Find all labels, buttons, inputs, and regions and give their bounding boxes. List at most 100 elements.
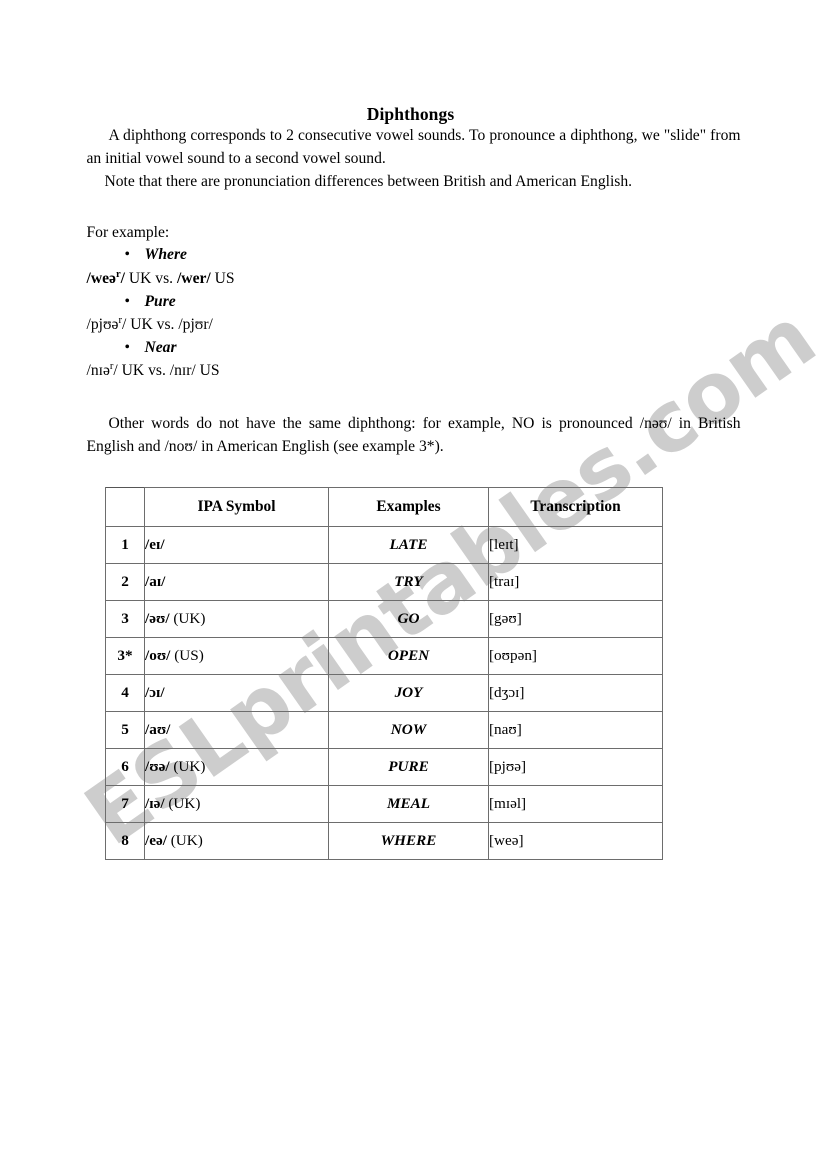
diphthong-table: IPA Symbol Examples Transcription 1/eɪ/L… (105, 486, 663, 860)
ipa-symbol: /ɔɪ/ (145, 683, 165, 701)
cell-ipa-symbol: /ʊə/ (UK) (144, 747, 329, 786)
cell-transcription: [weə] (488, 821, 663, 860)
table-row: 3*/oʊ/ (US) OPEN [oʊpən] (105, 636, 663, 675)
table-row: 3/əʊ/ (UK) GO [gəʊ] (105, 599, 663, 638)
cell-example-word: WHERE (328, 821, 489, 860)
intro-paragraph-2: Note that there are pronunciation differ… (104, 172, 633, 190)
diphthong-table-wrapper: IPA Symbol Examples Transcription 1/eɪ/L… (105, 486, 663, 860)
us-transcription: /pjʊr/ (178, 316, 213, 334)
table-row: 2/aɪ/TRY [traɪ] (105, 562, 663, 601)
uk-transcription: /nɪə (86, 362, 110, 380)
ipa-region-label: (US) (170, 646, 204, 664)
ipa-symbol: /ɪə/ (145, 794, 165, 812)
cell-example-word: TRY (328, 562, 489, 601)
example-word: Near (144, 338, 177, 356)
example-item-pure: • Pure (87, 291, 741, 314)
page-title: Diphthongs (366, 104, 455, 124)
cell-index: 8 (105, 821, 145, 860)
cell-index: 7 (105, 784, 145, 823)
cell-index: 3* (105, 636, 145, 675)
cell-index: 2 (105, 562, 145, 601)
vs-label: UK vs. (126, 316, 179, 334)
cell-example-word: JOY (328, 673, 489, 712)
cell-ipa-symbol: /oʊ/ (US) (144, 636, 329, 675)
cell-transcription: [oʊpən] (488, 636, 663, 675)
ipa-symbol: /əʊ/ (145, 609, 170, 627)
ipa-symbol: /eə/ (145, 831, 167, 849)
cell-transcription: [mɪəl] (488, 784, 663, 823)
example-pronunciation-where: /weər/ UK vs. /wer/ US (87, 267, 741, 290)
column-header-transcription: Transcription (488, 486, 663, 527)
bullet-icon: • (124, 338, 130, 356)
vs-label: UK vs. (117, 362, 170, 380)
table-header-row: IPA Symbol Examples Transcription (105, 486, 663, 527)
cell-example-word: PURE (328, 747, 489, 786)
table-row: 7/ɪə/ (UK) MEAL [mɪəl] (105, 784, 663, 823)
ipa-region-label: (UK) (164, 794, 201, 812)
vs-label: UK vs. (124, 270, 177, 288)
table-row: 5/aʊ/NOW [naʊ] (105, 710, 663, 749)
example-item-where: • Where (87, 244, 741, 267)
ipa-symbol: /oʊ/ (145, 646, 171, 664)
uk-transcription: /weə (86, 270, 116, 288)
example-word: Where (144, 246, 187, 264)
table-body: 1/eɪ/LATE [leɪt] 2/aɪ/TRY [traɪ] 3/əʊ/ (UK) G… (105, 525, 663, 860)
cell-transcription: [gəʊ] (488, 599, 663, 638)
cell-index: 5 (105, 710, 145, 749)
cell-transcription: [dʒɔɪ] (488, 673, 663, 712)
ipa-symbol: /aʊ/ (145, 720, 171, 738)
cell-example-word: NOW (328, 710, 489, 749)
ipa-symbol: /ʊə/ (145, 757, 170, 775)
cell-transcription: [traɪ] (488, 562, 663, 601)
ipa-region-label: (UK) (166, 831, 203, 849)
document-content: Diphthongs A diphthong corresponds to 2 … (0, 0, 821, 860)
for-example-label: For example: (86, 223, 170, 241)
cell-ipa-symbol: /aʊ/ (144, 710, 329, 749)
bullet-icon: • (124, 292, 130, 310)
example-item-near: • Near (87, 337, 741, 360)
bullet-icon: • (124, 246, 130, 264)
ipa-region-label: (UK) (169, 757, 206, 775)
cell-index: 4 (105, 673, 145, 712)
cell-ipa-symbol: /aɪ/ (144, 562, 329, 601)
cell-transcription: [pjʊə] (488, 747, 663, 786)
us-label: US (195, 362, 220, 380)
column-header-examples: Examples (328, 486, 489, 527)
us-transcription: /nɪr/ (169, 362, 196, 380)
cell-example-word: MEAL (328, 784, 489, 823)
ipa-symbol: /eɪ/ (145, 535, 165, 553)
table-row: 4/ɔɪ/JOY [dʒɔɪ] (105, 673, 663, 712)
closing-paragraph: Other words do not have the same diphtho… (86, 414, 741, 455)
uk-transcription: /pjʊə (86, 316, 119, 334)
cell-example-word: GO (328, 599, 489, 638)
cell-transcription: [leɪt] (488, 525, 663, 564)
ipa-region-label: (UK) (169, 609, 206, 627)
us-transcription: /wer/ (176, 270, 211, 288)
cell-example-word: LATE (328, 525, 489, 564)
table-row: 8/eə/ (UK) WHERE [weə] (105, 821, 663, 860)
example-pronunciation-pure: /pjʊər/ UK vs. /pjʊr/ (87, 313, 741, 336)
cell-ipa-symbol: /ɔɪ/ (144, 673, 329, 712)
cell-ipa-symbol: /eə/ (UK) (144, 821, 329, 860)
example-word: Pure (144, 292, 176, 310)
cell-ipa-symbol: /eɪ/ (144, 525, 329, 564)
table-row: 1/eɪ/LATE [leɪt] (105, 525, 663, 564)
column-header-ipa-symbol: IPA Symbol (144, 486, 329, 527)
intro-paragraph-1: A diphthong corresponds to 2 consecutive… (86, 127, 741, 167)
example-pronunciation-near: /nɪər/ UK vs. /nɪr/ US (87, 359, 741, 382)
cell-transcription: [naʊ] (488, 710, 663, 749)
ipa-symbol: /aɪ/ (145, 572, 166, 590)
cell-index: 6 (105, 747, 145, 786)
cell-index: 3 (105, 599, 145, 638)
cell-index: 1 (105, 525, 145, 564)
cell-ipa-symbol: /ɪə/ (UK) (144, 784, 329, 823)
us-label: US (210, 270, 235, 288)
table-header: IPA Symbol Examples Transcription (105, 486, 663, 527)
cell-example-word: OPEN (328, 636, 489, 675)
table-row: 6/ʊə/ (UK) PURE [pjʊə] (105, 747, 663, 786)
intro-section: A diphthong corresponds to 2 consecutive… (81, 125, 741, 459)
column-header-index (105, 487, 145, 527)
